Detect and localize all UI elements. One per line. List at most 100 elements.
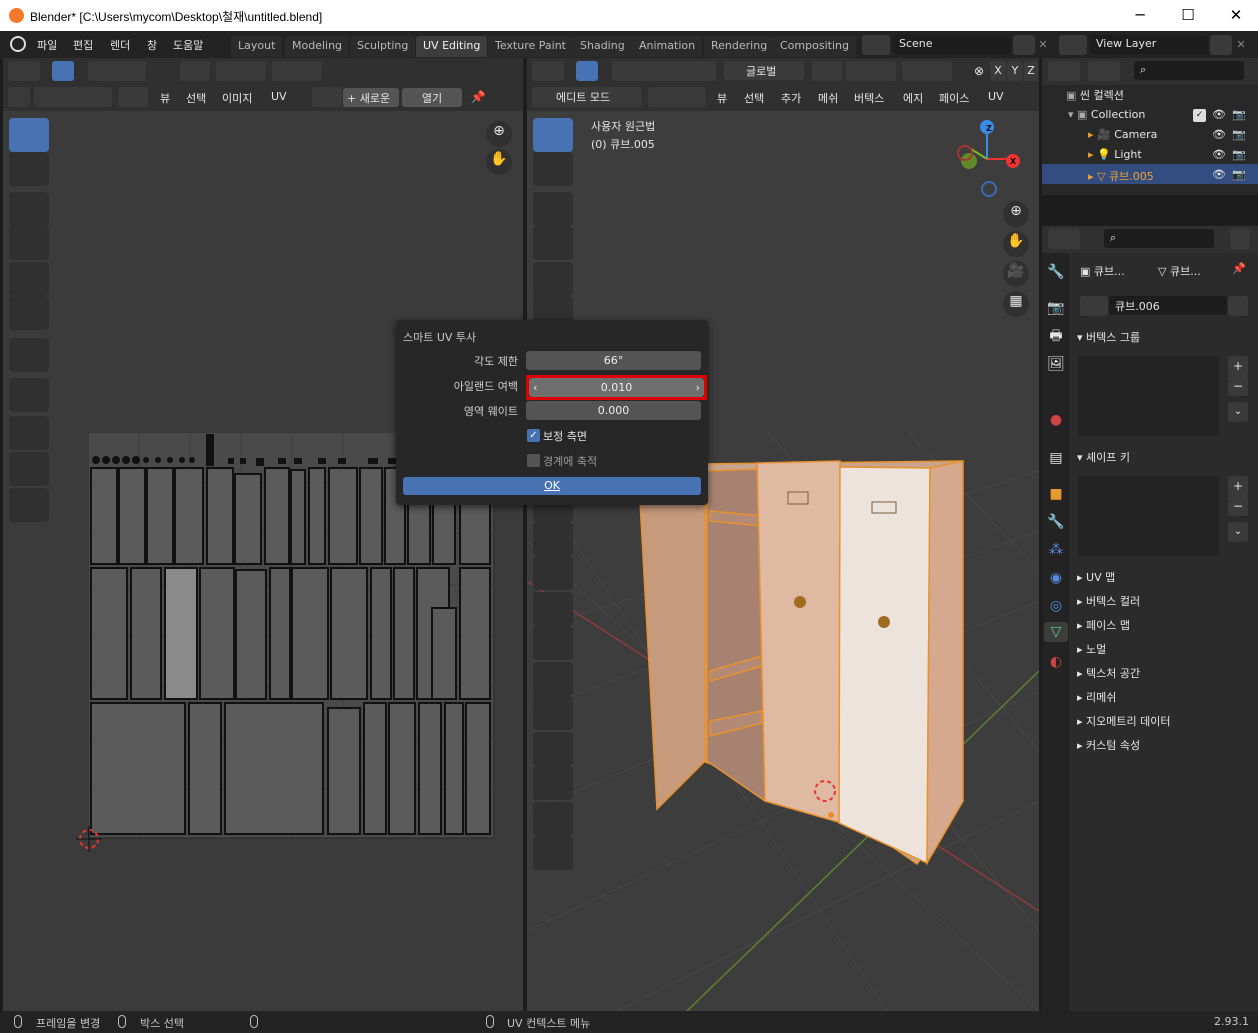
tab-compositing[interactable]: Compositing	[773, 36, 856, 57]
correct-aspect-checkbox[interactable]: ✓	[527, 429, 540, 442]
tool-tab-icon[interactable]: 🔧	[1045, 262, 1067, 282]
delete-scene-icon[interactable]: ✕	[1034, 35, 1052, 55]
transform-orientation-dropdown[interactable]: 글로벌	[724, 61, 804, 80]
vp-tool-smooth[interactable]	[533, 696, 573, 730]
uv-zoom-icon[interactable]: ⊕	[486, 121, 512, 147]
properties-pin-icon[interactable]: 📌	[1230, 259, 1248, 279]
viewport-select-tool-icon[interactable]	[576, 61, 598, 81]
scene-browse-icon[interactable]	[862, 35, 890, 55]
view-layer-tab-icon[interactable]: 🖼	[1045, 354, 1067, 374]
panel-normals[interactable]: ▸ 노멀	[1077, 641, 1106, 657]
vp-menu-vertex[interactable]: 버텍스	[854, 90, 884, 106]
maximize-button[interactable]: ☐	[1178, 6, 1198, 26]
menu-edit[interactable]: 편집	[73, 37, 93, 53]
mesh-browse-icon[interactable]	[1080, 296, 1108, 316]
data-name-crumb[interactable]: ▽ 큐브...	[1158, 263, 1201, 279]
panel-vertex-groups[interactable]: ▾ 버텍스 그룹	[1077, 329, 1140, 345]
vp-menu-edge[interactable]: 에지	[903, 90, 923, 106]
panel-custom-properties[interactable]: ▸ 커스텀 속성	[1077, 737, 1140, 753]
vp-pan-hand-icon[interactable]: ✋	[1003, 231, 1029, 257]
viewport-type-icon[interactable]	[532, 61, 564, 81]
tab-animation[interactable]: Animation	[632, 36, 703, 57]
light-render-camera-icon[interactable]: 📷	[1230, 145, 1248, 165]
modifier-tab-icon[interactable]: 🔧	[1045, 512, 1067, 532]
menu-render[interactable]: 렌더	[110, 37, 130, 53]
vp-tool-inset[interactable]	[533, 522, 573, 556]
properties-type-icon[interactable]	[1048, 229, 1080, 249]
vp-zoom-icon[interactable]: ⊕	[1003, 201, 1029, 227]
uv-menu-uv[interactable]: UV	[271, 90, 287, 103]
increment-arrow-icon[interactable]: ›	[696, 378, 700, 397]
vp-tool-cursor[interactable]	[533, 152, 573, 186]
viewport-pivot-icon[interactable]	[812, 61, 842, 81]
viewport-select-mode-icons[interactable]	[612, 61, 716, 81]
uv-tool-move[interactable]	[9, 192, 49, 226]
image-browse-icon[interactable]	[312, 87, 342, 107]
vp-menu-face[interactable]: 페이스	[939, 90, 969, 106]
panel-remesh[interactable]: ▸ 리메쉬	[1077, 689, 1116, 705]
ortho-grid-icon[interactable]: ▦	[1003, 291, 1029, 317]
tab-texture-paint[interactable]: Texture Paint	[488, 36, 573, 57]
remove-vertex-group-icon[interactable]: −	[1228, 376, 1248, 396]
area-weight-field[interactable]: 0.000	[526, 401, 701, 420]
menu-help[interactable]: 도움말	[173, 37, 203, 53]
uv-tool-pinch[interactable]	[9, 488, 49, 522]
mirror-x-toggle[interactable]: X	[990, 61, 1006, 81]
vertex-group-menu-icon[interactable]: ⌄	[1228, 402, 1248, 422]
minimize-button[interactable]: ─	[1130, 6, 1150, 26]
uv-menu-select[interactable]: 선택	[186, 90, 206, 106]
viewport-canvas[interactable]	[527, 111, 1039, 1011]
vp-tool-select[interactable]	[533, 118, 573, 152]
vp-tool-spin[interactable]	[533, 662, 573, 696]
mirror-icon[interactable]: ⊗	[970, 61, 988, 81]
output-tab-icon[interactable]: 🖶	[1045, 326, 1067, 346]
uv-pivot-icon[interactable]	[180, 61, 210, 81]
uv-mode-icons[interactable]	[34, 87, 112, 107]
tab-uv-editing[interactable]: UV Editing	[416, 36, 488, 57]
viewport-snap-icon[interactable]	[846, 61, 896, 81]
outliner-display-mode-icon[interactable]	[1088, 61, 1120, 81]
shape-keys-list[interactable]	[1078, 476, 1219, 556]
angle-limit-field[interactable]: 66°	[526, 351, 701, 370]
ok-button[interactable]: OK	[403, 477, 701, 495]
mesh-visibility-eye-icon[interactable]: 👁	[1210, 165, 1228, 185]
mode-dropdown[interactable]: 에디트 모드	[532, 87, 642, 107]
delete-view-layer-icon[interactable]: ✕	[1232, 35, 1250, 55]
tab-modeling[interactable]: Modeling	[285, 36, 350, 57]
mesh-data-tab-icon[interactable]: ▽	[1044, 622, 1068, 642]
uv-snap-icon[interactable]	[216, 61, 266, 81]
menu-window[interactable]: 창	[147, 37, 157, 53]
outliner-type-icon[interactable]	[1048, 61, 1080, 81]
blender-menu-icon[interactable]	[10, 36, 26, 52]
menu-file[interactable]: 파일	[37, 37, 57, 53]
panel-shape-keys[interactable]: ▾ 셰이프 키	[1077, 449, 1130, 465]
uv-tool-grab-hand[interactable]	[9, 416, 49, 450]
vp-tool-bevel[interactable]	[533, 556, 573, 590]
panel-vertex-colors[interactable]: ▸ 버텍스 컬러	[1077, 593, 1140, 609]
vp-menu-uv[interactable]: UV	[988, 90, 1004, 103]
island-margin-field[interactable]: ‹ 0.010 ›	[529, 378, 704, 397]
uv-sync-icon[interactable]	[8, 87, 30, 107]
pin-icon[interactable]: 📌	[468, 87, 488, 107]
shape-key-menu-icon[interactable]: ⌄	[1228, 522, 1248, 542]
camera-view-icon[interactable]: 🎥	[1003, 261, 1029, 287]
scene-field[interactable]: Scene	[893, 35, 1011, 54]
object-tab-icon[interactable]: ■	[1045, 484, 1067, 504]
vp-menu-select[interactable]: 선택	[744, 90, 764, 106]
uv-2d-cursor-icon[interactable]	[76, 826, 102, 852]
vp-tool-shrink[interactable]	[533, 766, 573, 800]
new-scene-icon[interactable]	[1013, 35, 1035, 55]
view-layer-browse-icon[interactable]	[1059, 35, 1087, 55]
uv-tool-rotate[interactable]	[9, 226, 49, 260]
scene-tab-icon[interactable]: ●	[1045, 410, 1067, 430]
particles-tab-icon[interactable]: ⁂	[1045, 540, 1067, 560]
tab-layout[interactable]: Layout	[231, 36, 283, 57]
mesh-render-camera-icon[interactable]: 📷	[1230, 165, 1248, 185]
mesh-name-field[interactable]: 큐브.006	[1109, 296, 1227, 315]
physics-tab-icon[interactable]: ◉	[1045, 568, 1067, 588]
uv-menu-view[interactable]: 뷰	[160, 90, 170, 106]
panel-uv-maps[interactable]: ▸ UV 맵	[1077, 569, 1115, 585]
uv-sticky-icon[interactable]	[118, 87, 148, 107]
world-tab-icon[interactable]: ▤	[1045, 448, 1067, 468]
vertex-groups-list[interactable]	[1078, 356, 1219, 436]
